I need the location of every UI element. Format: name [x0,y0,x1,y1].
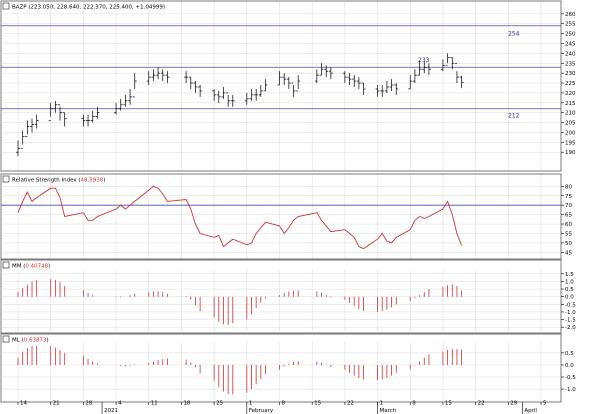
y-tick-label: 0.5 [565,351,574,357]
x-tick-label: 22 [478,401,485,407]
x-tick-label: 29 [510,401,517,407]
y-tick-label: 230 [565,71,576,77]
x-tick-label: 15 [445,401,452,407]
x-tick-label: 8 [282,401,286,407]
y-tick-label: -1.5 [565,318,576,324]
x-tick-label: 25 [216,401,223,407]
y-tick-label: 0.5 [565,287,574,293]
y-tick-label: 70 [565,203,572,209]
x-tick-label: 8 [412,401,416,407]
x-tick-label: 4 [118,401,122,407]
x-tick-label: 1 [249,401,253,407]
y-tick-label: -1.0 [565,310,576,316]
y-tick-label: 245 [565,42,576,48]
y-tick-label: 55 [565,231,572,237]
panel-close-icon[interactable] [2,175,10,183]
x-tick-label: 22 [347,401,354,407]
panel-close-icon[interactable] [2,335,10,343]
x-tick-label: 14 [20,401,27,407]
y-tick-label: 80 [565,184,572,190]
y-tick-label: 1.5 [565,272,574,278]
rsi-panel-title: Relative Strength Index (48.5938) [12,178,105,184]
stock-chart: BAZP (223.050, 228.640, 222.370, 225.400… [0,0,590,414]
y-tick-label: 45 [565,250,572,256]
x-tick-label: 1 [380,401,384,407]
y-tick-label: 195 [565,140,576,146]
y-tick-label: 0.0 [565,363,574,369]
y-tick-label: 250 [565,32,576,38]
y-tick-label: 210 [565,111,576,117]
price-panel-title: BAZP (223.050, 228.640, 222.370, 225.400… [12,5,165,11]
y-tick-label: 50 [565,241,572,247]
x-tick-label: 18 [183,401,190,407]
y-tick-label: 1.0 [565,279,574,285]
x-tick-label: 15 [314,401,321,407]
month-label: February [249,408,274,414]
y-tick-label: 260 [565,12,576,18]
y-tick-label: 0.0 [565,295,574,301]
x-tick-label: 21 [53,401,60,407]
horizontal-line-label: 212 [508,113,520,120]
x-tick-label: 5 [543,401,547,407]
y-tick-label: 225 [565,81,576,87]
y-tick-label: -1.0 [565,387,576,393]
month-label: 2021 [104,408,118,414]
mm-panel-title: MM (0.40748) [12,264,50,270]
y-tick-label: 75 [565,194,572,200]
month-label: April [524,408,537,414]
y-tick-label: -2.0 [565,325,576,331]
month-label: March [380,408,397,414]
y-tick-label: 65 [565,213,572,219]
y-tick-label: 200 [565,130,576,136]
y-tick-label: 255 [565,22,576,28]
y-tick-label: 235 [565,61,576,67]
horizontal-line-label: 254 [508,31,520,38]
x-tick-label: 11 [151,401,158,407]
y-tick-label: 60 [565,222,572,228]
y-tick-label: 215 [565,101,576,107]
y-tick-label: -0.5 [565,375,576,381]
y-tick-label: 240 [565,51,576,57]
panel-close-icon[interactable] [2,261,10,269]
x-tick-label: 28 [85,401,92,407]
y-tick-label: 205 [565,121,576,127]
panel-close-icon[interactable] [2,2,10,10]
ml-panel-title: ML (0.63873) [12,338,49,344]
y-tick-label: 190 [565,150,576,156]
y-tick-label: 220 [565,91,576,97]
y-tick-label: -0.5 [565,302,576,308]
chart-window: BAZP (223.050, 228.640, 222.370, 225.400… [0,0,590,414]
